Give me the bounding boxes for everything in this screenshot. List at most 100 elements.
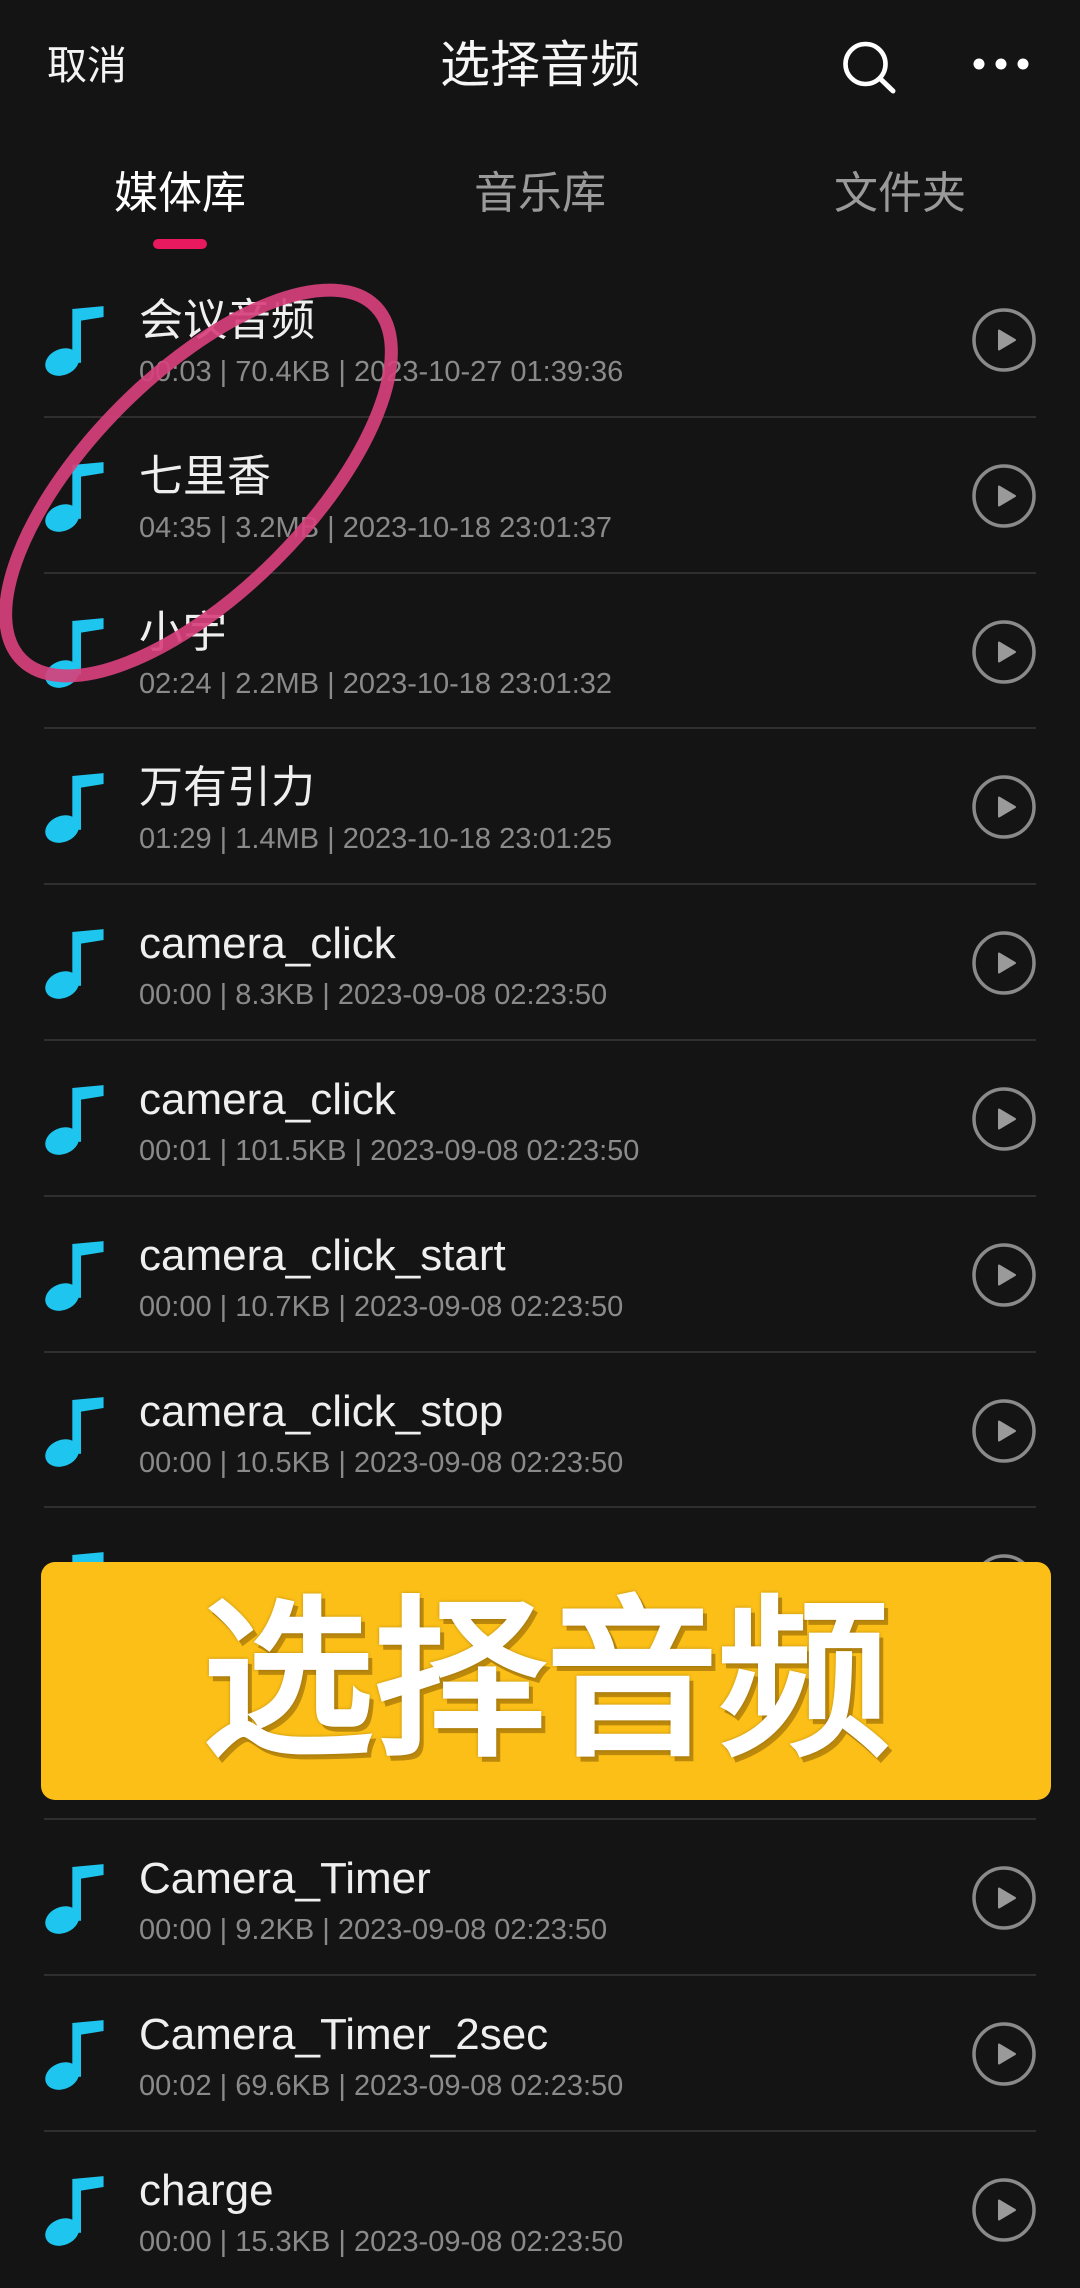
overlay-banner: 选择音频 [41,1562,1051,1800]
play-button[interactable] [972,775,1036,840]
audio-duration: 00:00 [139,979,212,1012]
audio-list-item[interactable]: 小宇 02:24 | 2.2MB | 2023-10-18 23:01:32 [44,574,1036,730]
audio-title: charge [139,2165,274,2215]
audio-list-item[interactable]: 七里香 04:35 | 3.2MB | 2023-10-18 23:01:37 [44,418,1036,574]
audio-duration: 00:03 [139,356,212,388]
play-icon [972,1398,1036,1463]
play-button[interactable] [972,619,1036,684]
audio-list-item[interactable]: charge 00:00 | 15.3KB | 2023-09-08 02:23:… [44,2132,1036,2288]
music-note-icon [44,773,105,844]
play-button[interactable] [972,1866,1036,1930]
audio-modified-time: 2023-09-08 02:23:50 [337,979,608,1012]
audio-duration: 00:00 [139,2225,212,2258]
audio-list-item[interactable]: Camera_Timer 00:00 | 9.2KB | 2023-09-08 0… [44,1820,1036,1976]
audio-list-item[interactable]: Camera_Timer_2sec 00:02 | 69.6KB | 2023-0… [44,1976,1036,2132]
audio-meta: 02:24 | 2.2MB | 2023-10-18 23:01:32 [139,665,936,703]
audio-meta: 00:00 | 9.2KB | 2023-09-08 02:23:50 [139,1911,936,1949]
audio-duration: 00:01 [139,1134,212,1167]
audio-title: 会议音频 [139,296,315,345]
audio-duration: 00:00 [139,1446,212,1479]
meta-separator: | [319,823,343,856]
play-button[interactable] [972,1087,1036,1151]
audio-duration: 04:35 [139,511,212,544]
audio-meta: 00:02 | 69.6KB | 2023-09-08 02:23:50 [139,2067,936,2105]
tab-folders[interactable]: 文件夹 [720,130,1080,262]
audio-duration: 00:02 [139,2069,212,2102]
audio-size: 9.2KB [235,1913,315,1946]
meta-separator: | [211,667,236,700]
audio-title: Camera_Timer [139,1853,431,1903]
audio-duration: 00:00 [139,1290,212,1323]
audio-modified-time: 2023-09-08 02:23:50 [354,2069,624,2102]
meta-separator: | [330,356,355,388]
audio-meta: 00:00 | 8.3KB | 2023-09-08 02:23:50 [139,976,936,1014]
audio-list-item[interactable]: camera_click_stop 00:00 | 10.5KB | 2023-0… [44,1353,1036,1509]
audio-size: 8.3KB [235,979,315,1012]
top-bar: 取消 选择音频 [0,0,1080,130]
play-button[interactable] [972,2022,1036,2086]
audio-size: 10.7KB [235,1290,331,1323]
play-button[interactable] [972,1243,1036,1307]
play-button[interactable] [972,2177,1036,2242]
play-icon [972,775,1036,840]
audio-modified-time: 2023-10-18 23:01:37 [342,511,613,544]
search-icon [843,41,896,94]
music-note-icon [44,1240,105,1311]
cancel-button[interactable]: 取消 [47,44,127,88]
audio-duration: 01:29 [139,823,212,856]
tab-media-library[interactable]: 媒体库 [0,130,360,262]
meta-separator: | [330,1446,355,1479]
audio-size: 69.6KB [235,2069,331,2102]
music-note-icon [44,1085,105,1155]
audio-list-item[interactable]: camera_click_start 00:00 | 10.7KB | 2023-… [44,1197,1036,1353]
music-note-icon [44,1396,105,1467]
audio-title: 万有引力 [139,763,315,813]
tab-label: 媒体库 [114,169,246,218]
play-icon [972,619,1036,684]
music-note-icon [44,617,105,688]
meta-separator: | [211,1134,236,1167]
audio-duration: 02:24 [139,667,212,700]
audio-meta: 01:29 | 1.4MB | 2023-10-18 23:01:25 [139,820,936,858]
meta-separator: | [211,356,236,388]
tab-bar: 媒体库 音乐库 文件夹 [0,130,1080,262]
meta-separator: | [319,667,343,700]
audio-size: 3.2MB [235,511,320,544]
play-icon [972,1866,1036,1930]
audio-list-item[interactable]: 会议音频 00:03 | 70.4KB | 2023-10-27 01:39:36 [44,262,1036,418]
audio-list-item[interactable]: 万有引力 01:29 | 1.4MB | 2023-10-18 23:01:25 [44,729,1036,886]
tab-music-library[interactable]: 音乐库 [360,130,720,262]
meta-separator: | [314,979,338,1012]
meta-separator: | [319,511,343,544]
meta-separator: | [211,1446,236,1479]
meta-separator: | [346,1134,371,1167]
more-options-button[interactable] [970,52,1032,76]
audio-picker-screen: 取消 选择音频 媒体库 音乐库 文件夹 会议音频 00:03 | 70.4KB … [0,0,1080,2288]
music-note-icon [44,2019,105,2090]
meta-separator: | [211,1913,236,1946]
play-icon [972,1243,1036,1307]
page-title: 选择音频 [440,37,640,93]
more-options-icon [973,58,1029,70]
audio-size: 10.5KB [235,1446,331,1479]
active-tab-indicator [153,239,207,249]
play-icon [972,464,1036,528]
audio-modified-time: 2023-09-08 02:23:50 [354,1290,624,1323]
audio-list: 会议音频 00:03 | 70.4KB | 2023-10-27 01:39:36… [44,262,1036,2287]
audio-title: camera_click_start [139,1230,506,1280]
meta-separator: | [211,511,236,544]
audio-title: camera_click_stop [139,1386,504,1436]
play-button[interactable] [972,308,1036,372]
music-note-icon [44,2175,105,2246]
play-button[interactable] [972,931,1036,995]
meta-separator: | [211,1290,236,1323]
audio-size: 1.4MB [235,823,320,856]
play-button[interactable] [972,1398,1036,1463]
meta-separator: | [211,823,236,856]
search-button[interactable] [838,36,898,96]
play-button[interactable] [972,464,1036,528]
meta-separator: | [330,2225,355,2258]
audio-meta: 04:35 | 3.2MB | 2023-10-18 23:01:37 [139,509,936,547]
audio-list-item[interactable]: camera_click 00:00 | 8.3KB | 2023-09-08 0… [44,885,1036,1041]
audio-list-item[interactable]: camera_click 00:01 | 101.5KB | 2023-09-08… [44,1041,1036,1197]
